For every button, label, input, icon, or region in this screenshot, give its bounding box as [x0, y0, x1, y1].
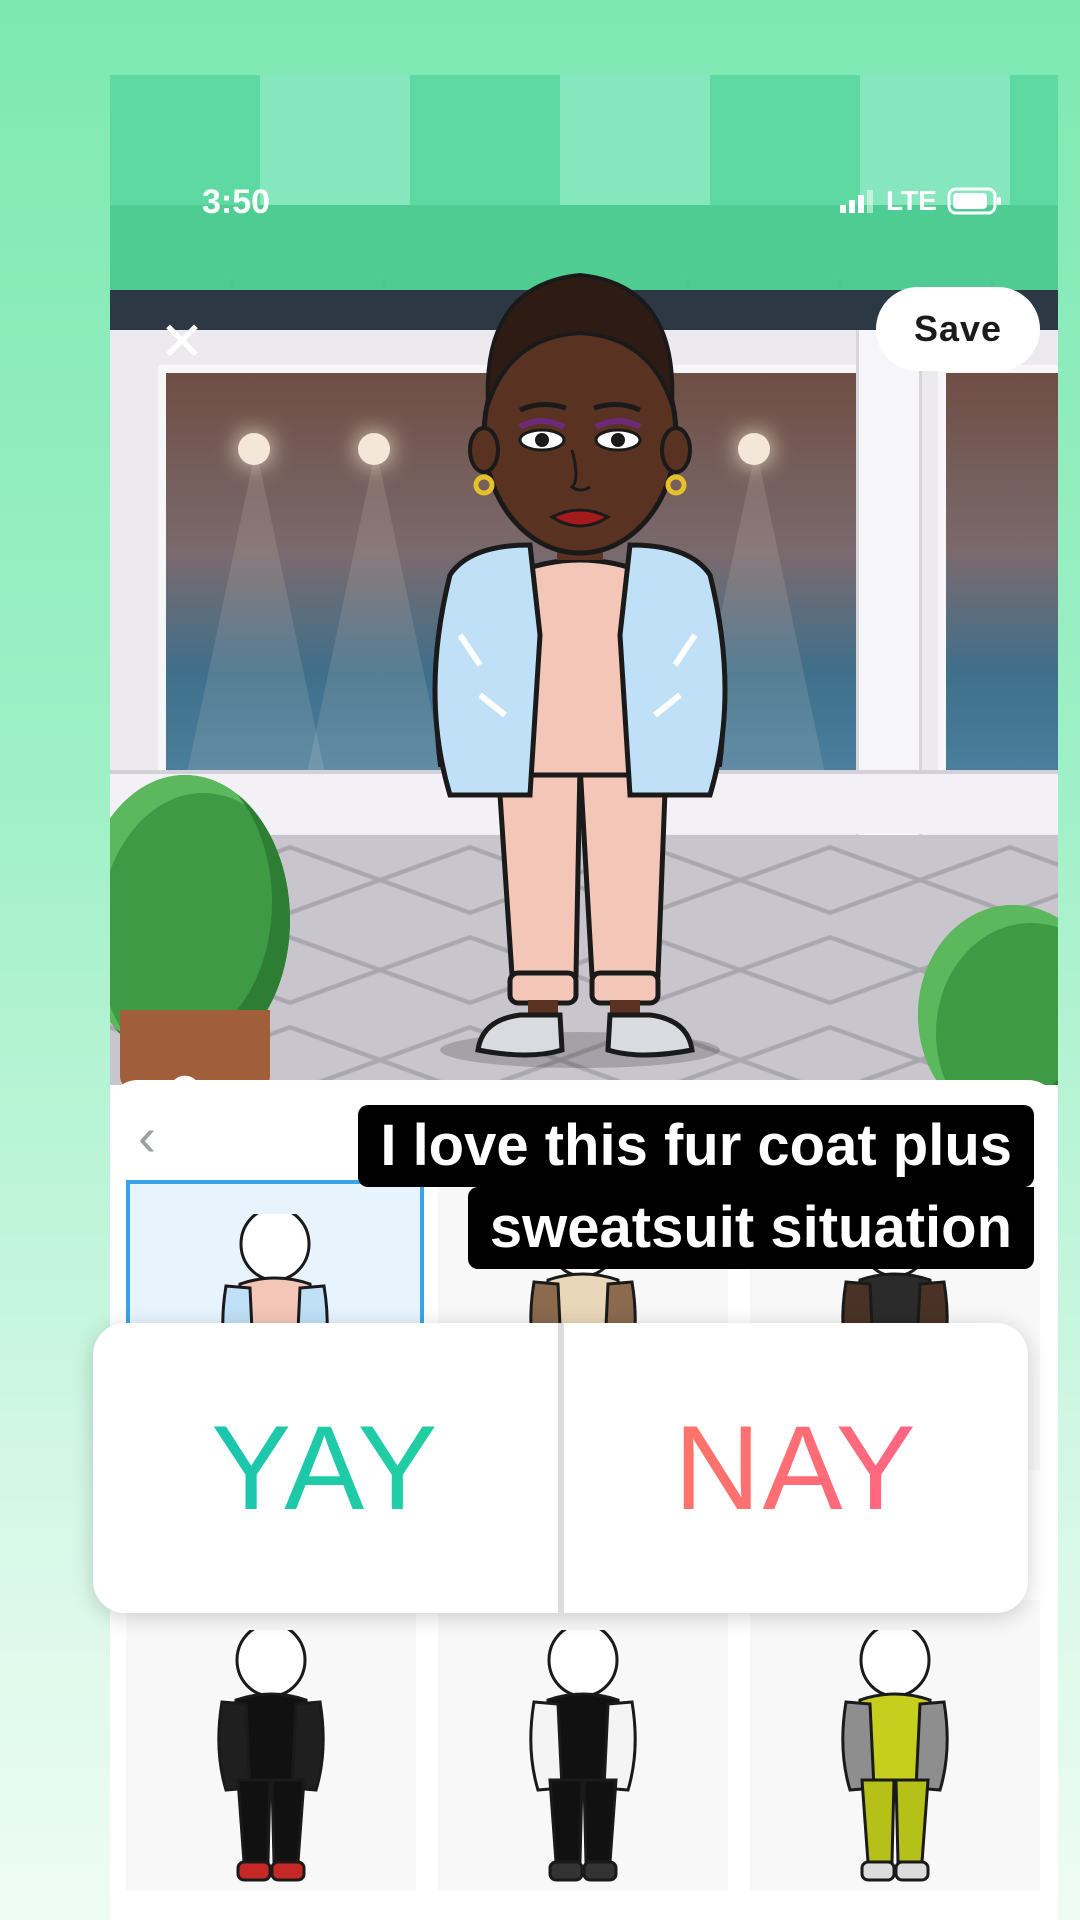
battery-icon — [947, 187, 1001, 215]
signal-icon — [840, 190, 873, 213]
outfit-item[interactable] — [126, 1600, 416, 1890]
save-button[interactable]: Save — [876, 287, 1040, 371]
close-button[interactable]: ✕ — [150, 310, 214, 374]
caption-line-1: I love this fur coat plus — [358, 1105, 1034, 1187]
outfit-figure — [217, 1630, 325, 1882]
avatar-scene: 3:50 LTE ✕ Save ⟲ — [110, 75, 1058, 1085]
bitmoji-avatar — [432, 272, 728, 1068]
poll-no-option[interactable]: NAY — [564, 1323, 1029, 1613]
outfit-figure — [529, 1630, 637, 1882]
status-indicators: LTE — [840, 185, 1003, 217]
outfit-item[interactable] — [750, 1600, 1040, 1890]
phone-screen: 3:50 LTE ✕ Save ⟲ ‹ Outfits › I — [110, 75, 1058, 1920]
poll-yes-option[interactable]: YAY — [93, 1323, 558, 1613]
status-time: 3:50 — [202, 183, 271, 221]
story-caption: I love this fur coat plus sweatsuit situ… — [358, 1105, 1034, 1269]
close-icon: ✕ — [159, 312, 205, 372]
outfit-item[interactable] — [438, 1600, 728, 1890]
caption-line-2: sweatsuit situation — [467, 1187, 1034, 1269]
network-label: LTE — [886, 185, 937, 216]
outfit-figure — [841, 1630, 949, 1882]
poll-sticker: YAY NAY — [93, 1323, 1028, 1613]
